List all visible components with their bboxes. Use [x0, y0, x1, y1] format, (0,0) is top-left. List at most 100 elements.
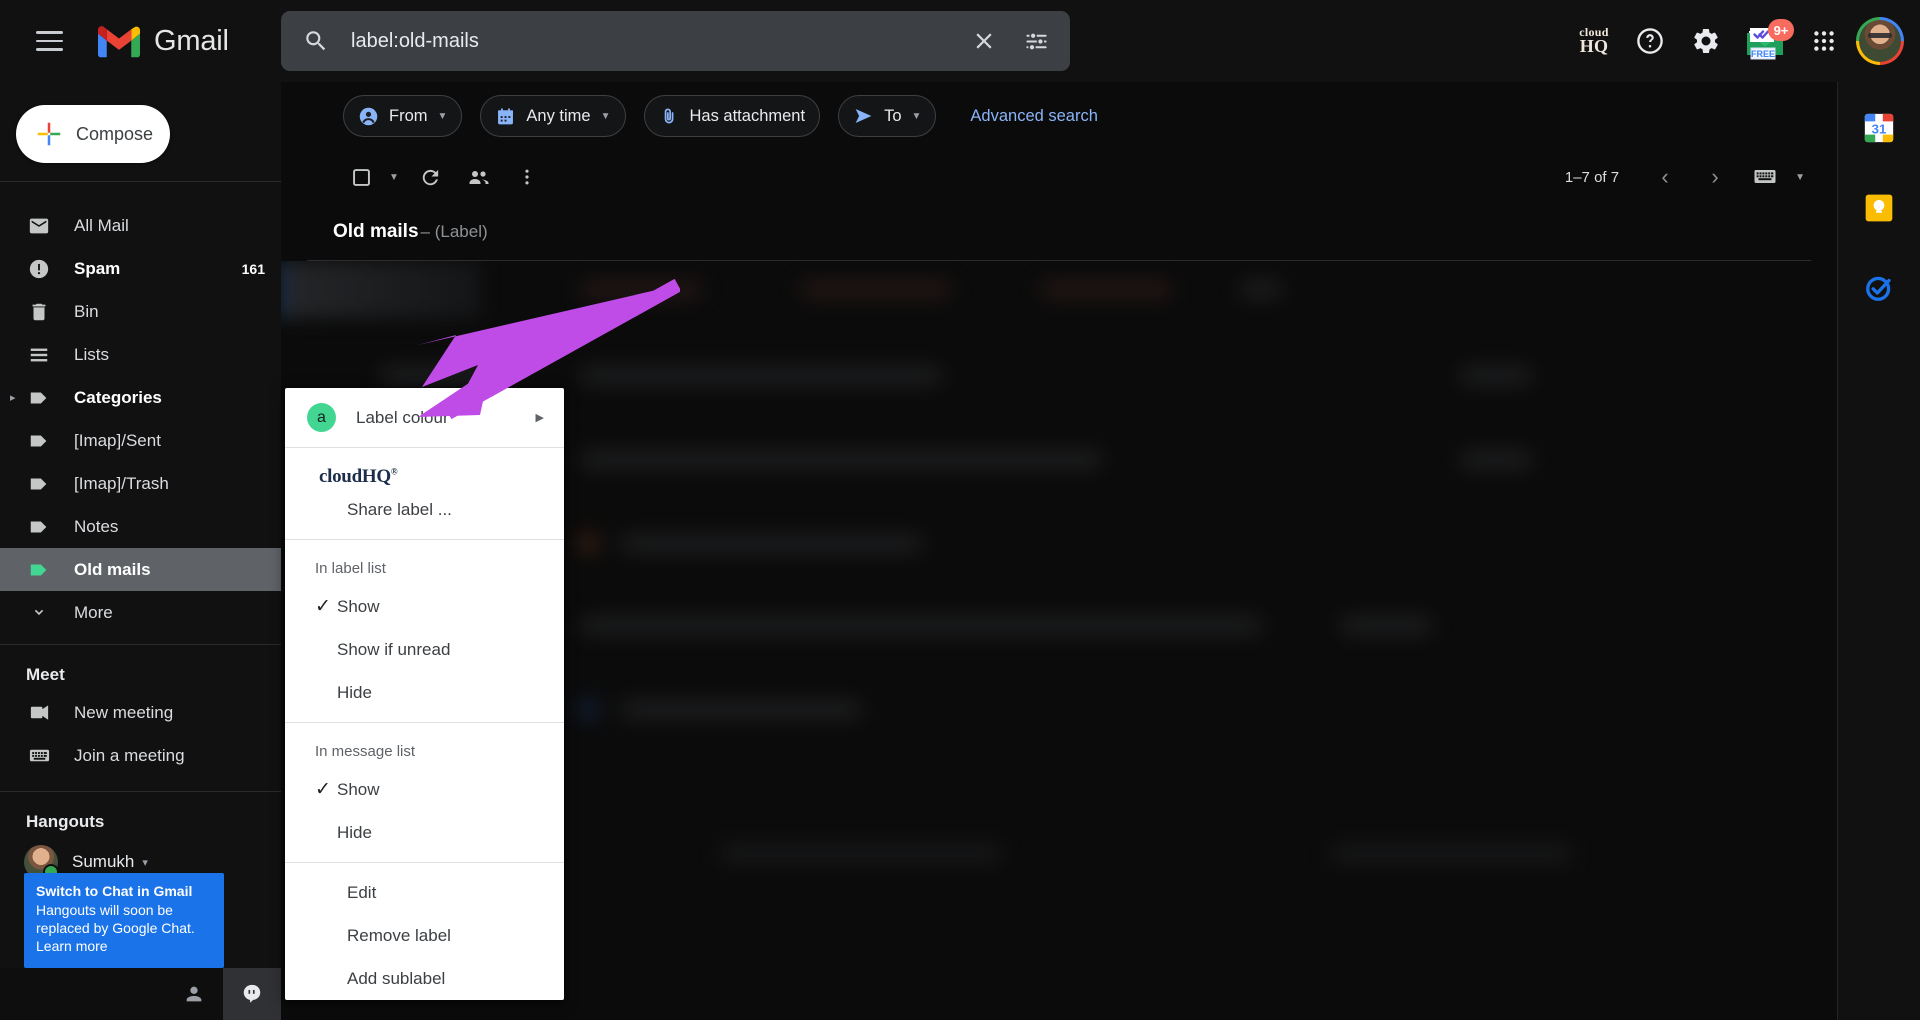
sidebar-item-categories[interactable]: ▸ Categories — [0, 376, 281, 419]
menu-item-label: Hide — [337, 822, 372, 842]
chevron-left-icon[interactable]: ‹ — [1643, 155, 1687, 199]
google-keep-icon[interactable] — [1861, 190, 1897, 226]
sidebar-item-bin[interactable]: Bin — [0, 290, 281, 333]
close-icon[interactable] — [962, 19, 1006, 63]
menu-divider — [285, 722, 564, 723]
sidebar-item-spam[interactable]: Spam 161 — [0, 247, 281, 290]
filter-chip-to[interactable]: To ▼ — [838, 95, 937, 137]
menu-item-label: Show — [337, 596, 380, 616]
mail-toolbar: ▼ 1–7 of 7 ‹ › ▼ — [281, 150, 1837, 204]
label-icon — [26, 428, 52, 454]
help-circle-icon[interactable] — [1622, 13, 1678, 69]
menu-divider — [285, 447, 564, 448]
label-icon — [26, 471, 52, 497]
chevron-down-icon[interactable]: ▾ — [142, 856, 148, 869]
lists-icon — [26, 342, 52, 368]
cloudhq-logo-icon[interactable]: cloud HQ — [1566, 13, 1622, 69]
search-input[interactable] — [351, 29, 962, 53]
sidebar-item-notes[interactable]: Notes — [0, 505, 281, 548]
sidebar-item-count: 161 — [241, 260, 265, 277]
sidebar-item-label: Lists — [74, 344, 109, 364]
hamburger-icon[interactable] — [20, 12, 78, 70]
filter-chip-any-time[interactable]: Any time ▼ — [480, 95, 626, 137]
hangouts-icon[interactable] — [223, 968, 281, 1020]
label-icon — [26, 385, 52, 411]
chat-promo-banner[interactable]: Switch to Chat in Gmail Hangouts will so… — [24, 872, 224, 968]
sidebar-item-join-meeting[interactable]: Join a meeting — [0, 734, 281, 777]
chevron-down-icon[interactable]: ▼ — [601, 111, 611, 122]
promo-body: Hangouts will soon be replaced by Google… — [36, 902, 195, 937]
google-tasks-icon[interactable] — [1861, 270, 1897, 306]
chevron-down-icon[interactable]: ▼ — [1789, 162, 1811, 193]
chevron-down-icon[interactable]: ▼ — [438, 111, 448, 122]
refresh-icon[interactable] — [409, 155, 453, 199]
search-icon[interactable] — [303, 28, 329, 54]
label-header: Old mails – (Label) — [281, 204, 1837, 260]
chevron-right-icon[interactable]: ▸ — [10, 391, 22, 404]
pagination: 1–7 of 7 ‹ › ▼ — [1565, 155, 1811, 199]
menu-item-share-label[interactable]: Share label ... — [285, 488, 564, 531]
sidebar-item-old-mails[interactable]: Old mails — [0, 548, 281, 591]
table-row[interactable] — [281, 261, 1837, 319]
top-bar-actions: cloud HQ FREE 9+ — [1566, 0, 1908, 82]
gmail-window: Gmail label:old-mails cloud HQ FREE 9+ C… — [0, 0, 1920, 1020]
sidebar-item-imap-sent[interactable]: [Imap]/Sent — [0, 419, 281, 462]
envelope-icon — [26, 213, 52, 239]
hangouts-section-title: Hangouts — [26, 812, 105, 831]
plus-icon — [37, 122, 61, 146]
menu-item-label-colour[interactable]: a Label colour ▶ — [285, 396, 564, 439]
hangouts-user-name: Sumukh — [72, 852, 135, 871]
sidebar-nav: All Mail Spam 161 Bin Lists ▸ Categories… — [0, 204, 281, 634]
menu-item-remove-label[interactable]: Remove label — [285, 914, 564, 957]
sidebar-item-imap-trash[interactable]: [Imap]/Trash — [0, 462, 281, 505]
sidebar-item-more[interactable]: More — [0, 591, 281, 634]
cloudhq-free-mail-icon[interactable]: FREE 9+ — [1734, 13, 1796, 69]
menu-item-label: Share label ... — [347, 499, 452, 519]
filter-chip-from[interactable]: From ▼ — [343, 95, 463, 137]
gmail-m-icon — [97, 25, 141, 57]
compose-button[interactable]: Compose — [16, 105, 170, 163]
cloudhq-line2: HQ — [1579, 36, 1609, 57]
sidebar-item-lists[interactable]: Lists — [0, 333, 281, 376]
sidebar-divider-hangouts — [0, 791, 281, 792]
menu-item-label-list-show[interactable]: ✓ Show — [285, 585, 564, 628]
menu-item-edit[interactable]: Edit — [285, 871, 564, 914]
menu-item-label: Hide — [337, 682, 372, 702]
gear-icon[interactable] — [1678, 13, 1734, 69]
label-header-suffix: – (Label) — [420, 222, 488, 241]
label-context-menu: a Label colour ▶ cloudHQ® Share label ..… — [285, 388, 564, 1000]
chevron-right-icon[interactable]: › — [1693, 155, 1737, 199]
filter-chip-has-attachment[interactable]: Has attachment — [643, 95, 821, 137]
menu-item-label: Show if unread — [337, 639, 451, 659]
google-calendar-icon[interactable]: 31 — [1861, 110, 1897, 146]
label-icon-green — [26, 557, 52, 583]
chevron-down-icon[interactable]: ▼ — [383, 162, 405, 193]
chevron-right-icon: ▶ — [535, 412, 544, 424]
promo-learn-more-link[interactable]: Learn more — [36, 938, 212, 956]
sidebar-item-all-mail[interactable]: All Mail — [0, 204, 281, 247]
gmail-logo[interactable]: Gmail — [96, 24, 229, 59]
people-icon[interactable] — [457, 155, 501, 199]
sidebar-item-new-meeting[interactable]: New meeting — [0, 691, 281, 734]
input-tools-keyboard-icon[interactable] — [1743, 155, 1787, 199]
menu-item-message-list-show[interactable]: ✓ Show — [285, 768, 564, 811]
menu-item-message-list-hide[interactable]: Hide — [285, 811, 564, 854]
sidebar-item-label: [Imap]/Trash — [74, 473, 169, 493]
check-icon: ✓ — [315, 779, 331, 800]
promo-title: Switch to Chat in Gmail — [36, 882, 193, 899]
menu-item-add-sublabel[interactable]: Add sublabel — [285, 957, 564, 1000]
menu-item-label-list-hide[interactable]: Hide — [285, 671, 564, 714]
filter-chip-label: From — [389, 106, 428, 125]
checkbox-icon[interactable] — [339, 155, 383, 199]
search-bar[interactable] — [281, 11, 1070, 71]
more-vertical-icon[interactable] — [505, 155, 549, 199]
avatar[interactable] — [1852, 13, 1908, 69]
apps-grid-icon[interactable] — [1796, 13, 1852, 69]
menu-item-label-list-show-if-unread[interactable]: Show if unread — [285, 628, 564, 671]
chevron-down-icon[interactable]: ▼ — [912, 111, 922, 122]
advanced-search-link[interactable]: Advanced search — [970, 107, 1098, 126]
menu-item-label: Show — [337, 779, 380, 799]
right-side-panel: 31 — [1837, 82, 1920, 1020]
contacts-icon[interactable] — [165, 968, 223, 1020]
search-options-icon[interactable] — [1012, 17, 1060, 65]
